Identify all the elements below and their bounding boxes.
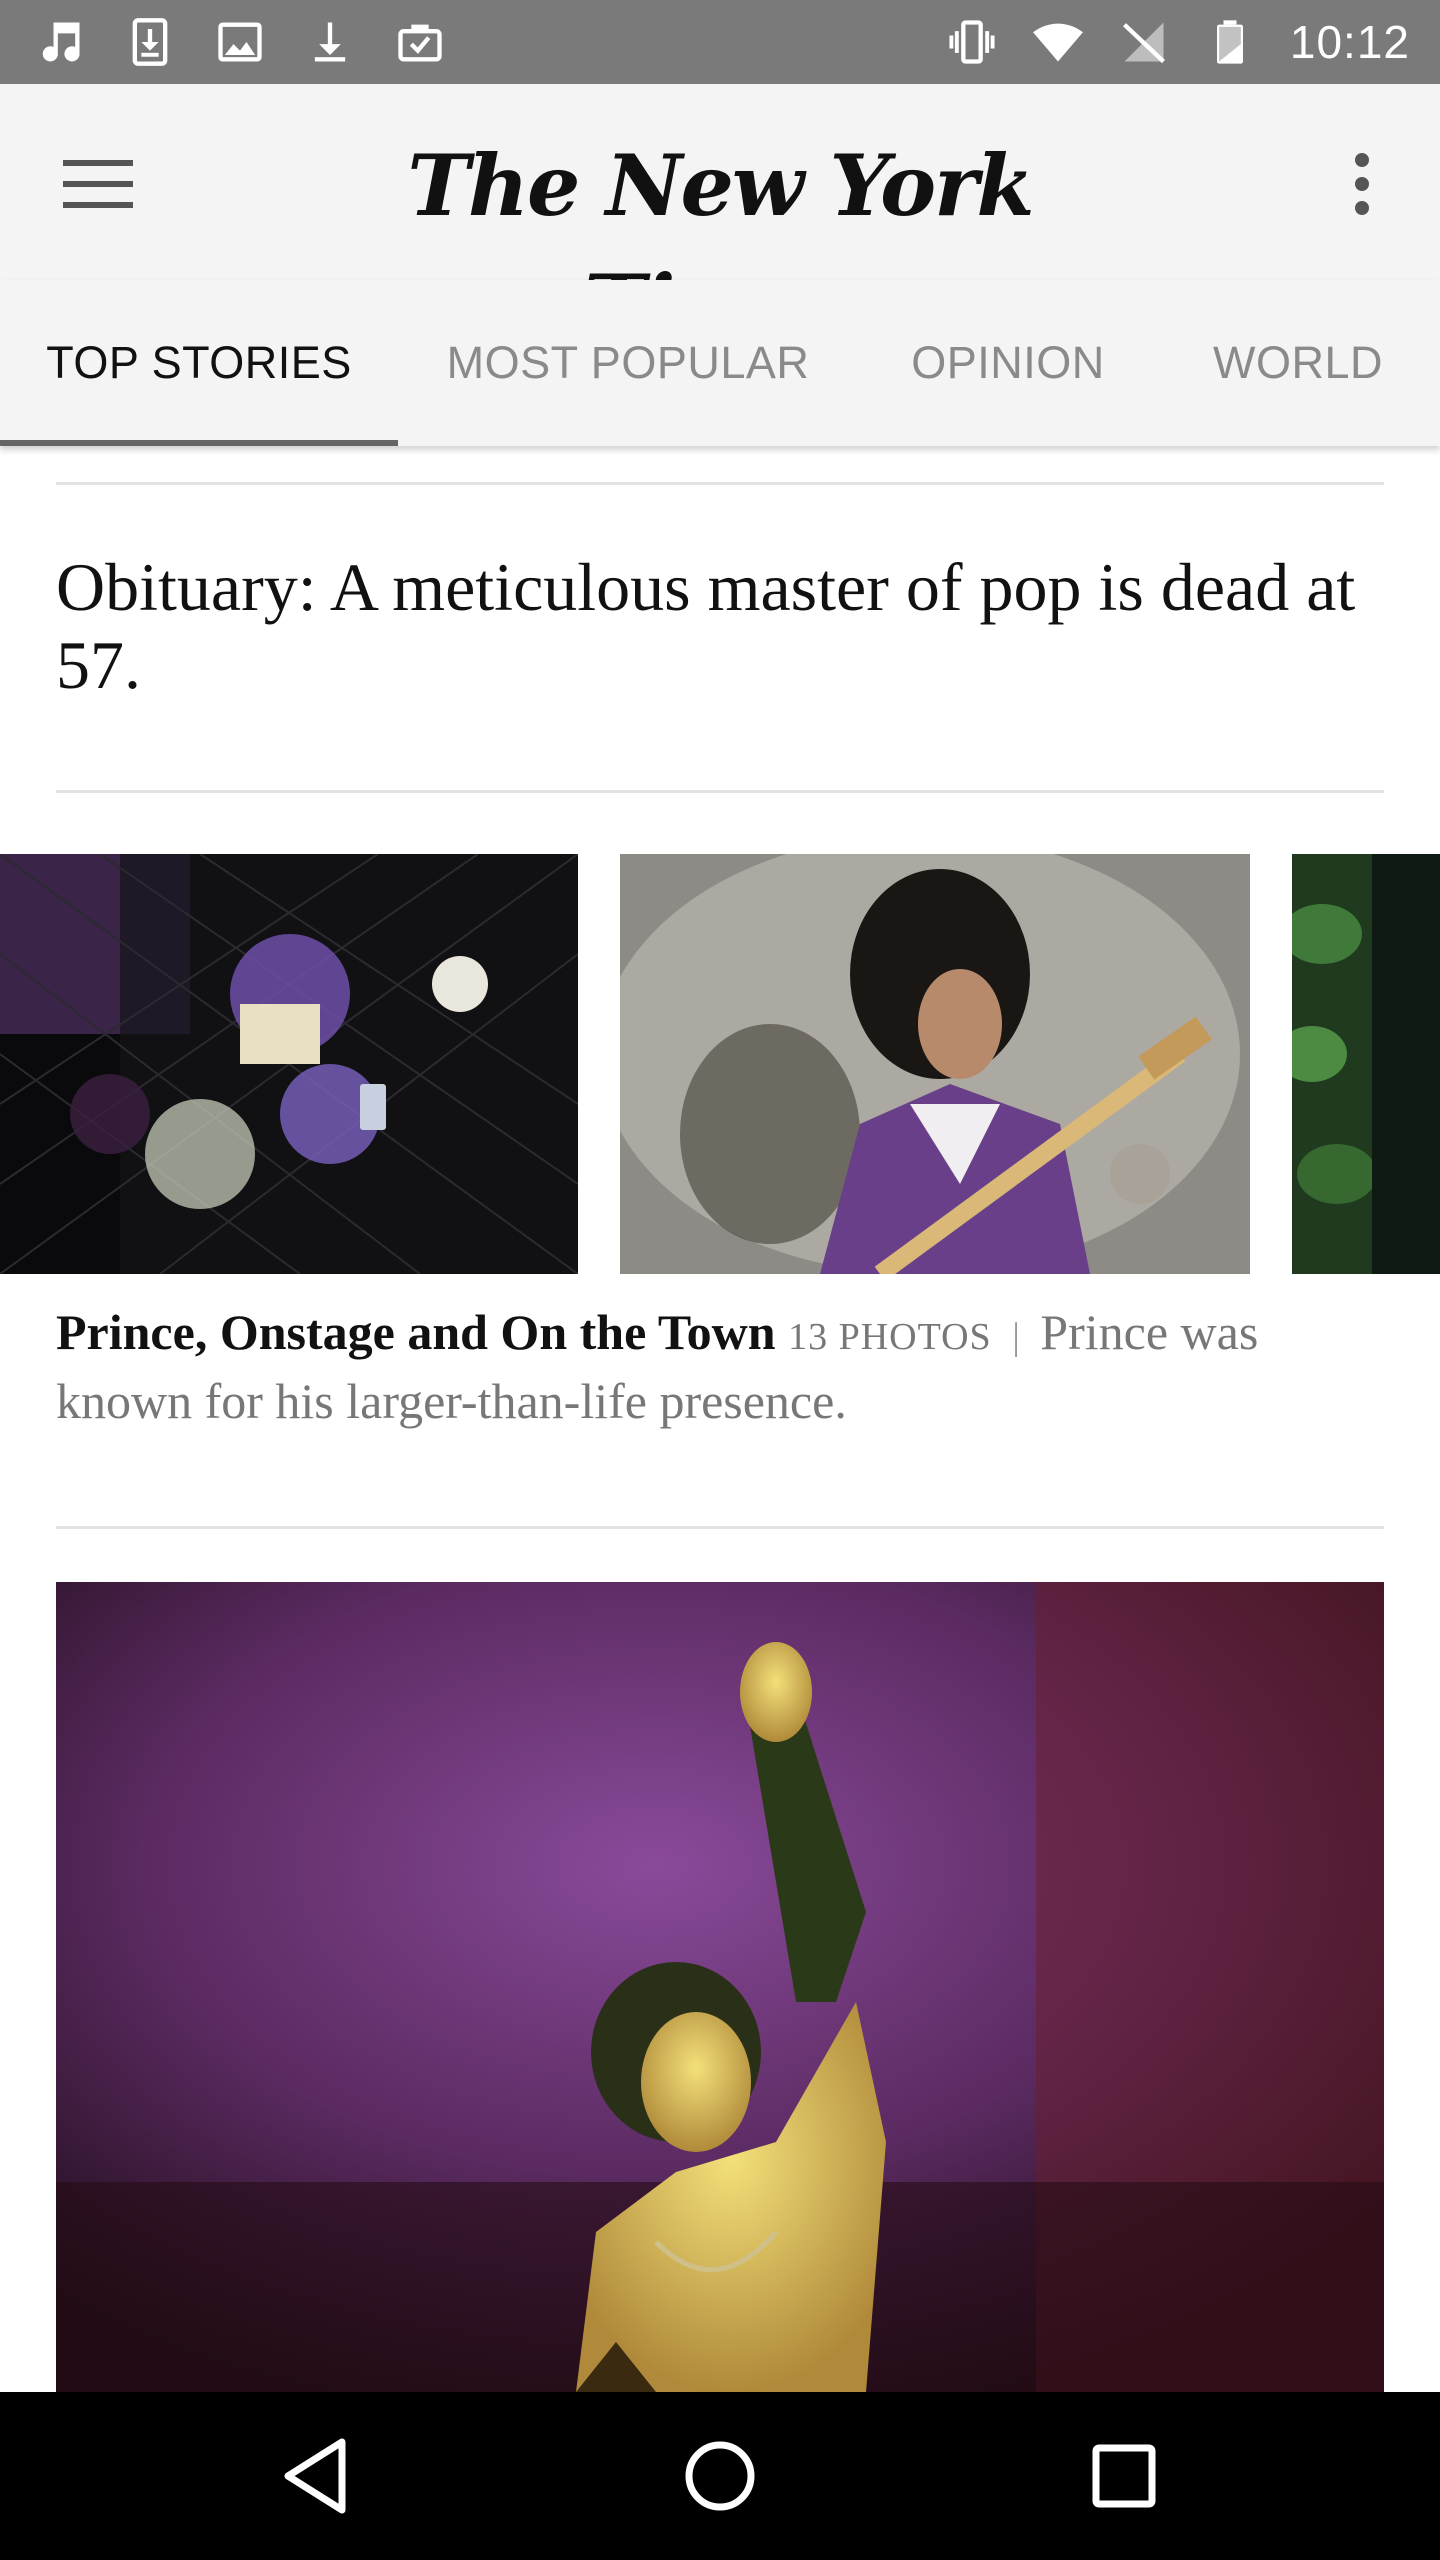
- recents-square-icon[interactable]: [1074, 2426, 1174, 2526]
- nyt-logo: The New York Times: [407, 136, 1034, 355]
- tab-opinion[interactable]: OPINION: [858, 280, 1158, 446]
- battery-icon: [1204, 16, 1256, 68]
- app-bar: The New York Times: [0, 84, 1440, 355]
- vibrate-icon: [946, 16, 998, 68]
- image-icon: [214, 16, 266, 68]
- clock: 10:12: [1289, 16, 1410, 68]
- divider: [56, 790, 1384, 793]
- music-icon: [34, 16, 86, 68]
- gallery-caption[interactable]: Prince, Onstage and On the Town 13 PHOTO…: [56, 1300, 1386, 1433]
- tab-world[interactable]: WORLD: [1158, 280, 1438, 446]
- download-icon: [304, 16, 356, 68]
- download-box-icon: [124, 16, 176, 68]
- system-nav-bar: [0, 2392, 1440, 2560]
- gallery-title: Prince, Onstage and On the Town: [56, 1304, 776, 1360]
- system-icons: 10:12: [946, 15, 1410, 69]
- home-circle-icon[interactable]: [670, 2426, 770, 2526]
- work-icon: [394, 16, 446, 68]
- photo-gallery[interactable]: [0, 854, 1440, 1274]
- tab-indicator: [0, 440, 398, 446]
- caption-separator: |: [1012, 1316, 1020, 1358]
- back-triangle-icon[interactable]: [265, 2426, 365, 2526]
- hamburger-menu-icon[interactable]: [58, 152, 138, 216]
- tab-top-stories[interactable]: TOP STORIES: [0, 280, 398, 446]
- gallery-photo-foliage[interactable]: [1292, 854, 1440, 1274]
- section-tabs: TOP STORIES MOST POPULAR OPINION WORLD: [0, 280, 1440, 446]
- hero-image[interactable]: [56, 1582, 1384, 2392]
- divider: [56, 1526, 1384, 1529]
- article-headline[interactable]: Obituary: A meticulous master of pop is …: [56, 548, 1386, 704]
- no-signal-icon: [1118, 16, 1170, 68]
- gallery-photo-memorial[interactable]: [0, 854, 578, 1274]
- wifi-icon: [1032, 16, 1084, 68]
- status-bar: 10:12: [0, 0, 1440, 84]
- gallery-photo-prince-guitar[interactable]: [620, 854, 1250, 1274]
- tab-most-popular[interactable]: MOST POPULAR: [398, 280, 858, 446]
- divider: [56, 482, 1384, 485]
- more-vert-icon[interactable]: [1330, 144, 1394, 224]
- photo-count: 13 PHOTOS: [788, 1316, 992, 1358]
- notification-icons: [34, 16, 446, 68]
